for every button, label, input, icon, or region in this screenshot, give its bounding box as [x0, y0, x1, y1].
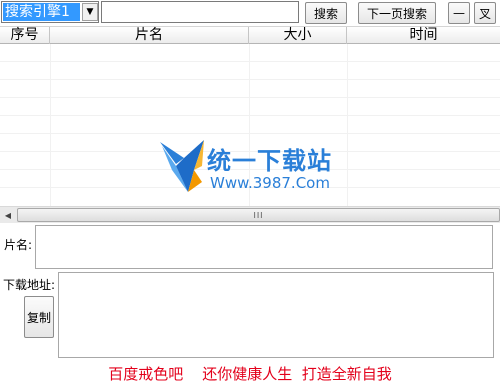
dropdown-arrow-icon[interactable]: ▼: [82, 3, 98, 21]
search-engine-dropdown[interactable]: 搜索引擎1 ▼: [1, 1, 99, 23]
watermark-logo: 统一下载站 Www.3987.Com: [158, 136, 348, 200]
column-header-time[interactable]: 时间: [347, 27, 500, 44]
search-button[interactable]: 搜索: [305, 2, 347, 24]
download-url-field[interactable]: [58, 272, 494, 358]
title-label: 片名:: [4, 238, 33, 252]
logo-mark-icon: [160, 140, 204, 192]
horizontal-scrollbar[interactable]: ◀ III: [0, 206, 500, 223]
minimize-button[interactable]: —: [448, 2, 470, 24]
scroll-grip-icon: III: [253, 210, 264, 220]
results-table-header: 序号 片名 大小 时间: [0, 26, 500, 44]
search-engine-selected: 搜索引擎1: [3, 3, 80, 21]
next-page-search-button[interactable]: 下一页搜索: [358, 2, 436, 24]
logo-url: Www.3987.Com: [210, 174, 330, 192]
column-header-size[interactable]: 大小: [249, 27, 347, 44]
close-button[interactable]: 叉: [474, 2, 496, 24]
download-url-label: 下载地址:: [3, 278, 56, 292]
logo-name: 统一下载站: [207, 147, 332, 175]
title-field[interactable]: [35, 225, 493, 269]
scroll-left-arrow-icon[interactable]: ◀: [0, 207, 16, 223]
slogan-text: 百度戒色吧 还你健康人生 打造全新自我: [108, 365, 392, 383]
copy-button[interactable]: 复制: [24, 296, 54, 338]
scroll-thumb[interactable]: III: [17, 208, 500, 222]
column-header-title[interactable]: 片名: [50, 27, 249, 44]
column-header-number[interactable]: 序号: [0, 27, 50, 44]
search-input[interactable]: [101, 1, 299, 23]
